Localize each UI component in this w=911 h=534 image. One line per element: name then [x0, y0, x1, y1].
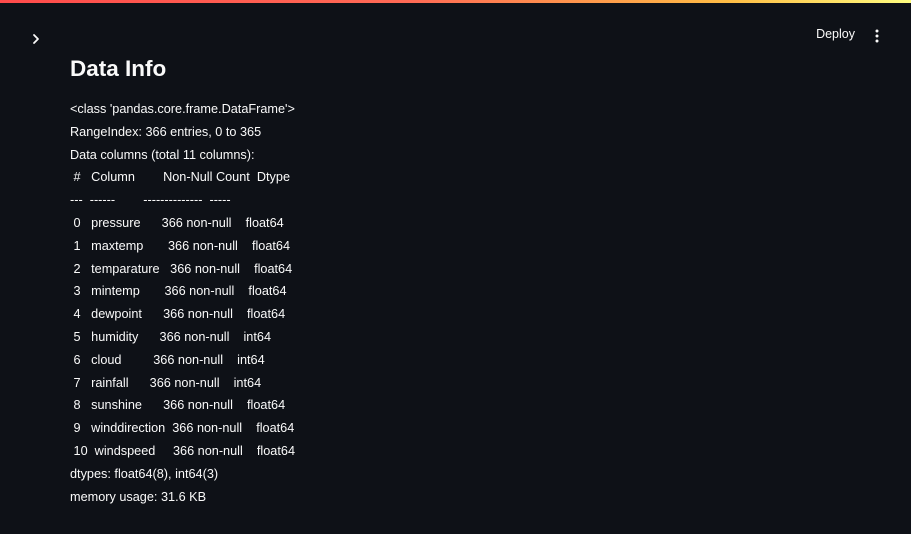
info-row: 4 dewpoint 366 non-null float64	[70, 307, 286, 322]
info-header-line: # Column Non-Null Count Dtype	[70, 170, 291, 185]
info-row: 10 windspeed 366 non-null float64	[70, 443, 296, 458]
info-row: 5 humidity 366 non-null int64	[70, 329, 271, 344]
info-row: 2 temparature 366 non-null float64	[70, 261, 293, 276]
info-row: 0 pressure 366 non-null float64	[70, 215, 284, 230]
sidebar-expand-button[interactable]	[26, 29, 46, 49]
info-row: 8 sunshine 366 non-null float64	[70, 398, 286, 413]
vertical-ellipsis-icon	[875, 29, 879, 43]
info-row: 7 rainfall 366 non-null int64	[70, 375, 262, 390]
main-menu-button[interactable]	[869, 27, 885, 45]
info-memory-usage: memory usage: 31.6 KB	[70, 489, 207, 504]
info-data-columns: Data columns (total 11 columns):	[70, 147, 255, 162]
chevron-right-icon	[33, 34, 39, 44]
info-range-index: RangeIndex: 366 entries, 0 to 365	[70, 124, 262, 139]
dataframe-info-text: <class 'pandas.core.frame.DataFrame'> Ra…	[70, 98, 870, 508]
info-class-line: <class 'pandas.core.frame.DataFrame'>	[70, 102, 295, 116]
main-content: Data Info <class 'pandas.core.frame.Data…	[70, 54, 870, 508]
deploy-button[interactable]: Deploy	[816, 27, 855, 41]
info-row: 6 cloud 366 non-null int64	[70, 352, 265, 367]
info-dtypes: dtypes: float64(8), int64(3)	[70, 466, 219, 481]
info-row: 3 mintemp 366 non-null float64	[70, 284, 287, 299]
info-separator-line: --- ------ -------------- -----	[70, 193, 231, 208]
page-title: Data Info	[70, 56, 167, 81]
info-row: 9 winddirection 366 non-null float64	[70, 421, 295, 436]
info-row: 1 maxtemp 366 non-null float64	[70, 238, 291, 253]
